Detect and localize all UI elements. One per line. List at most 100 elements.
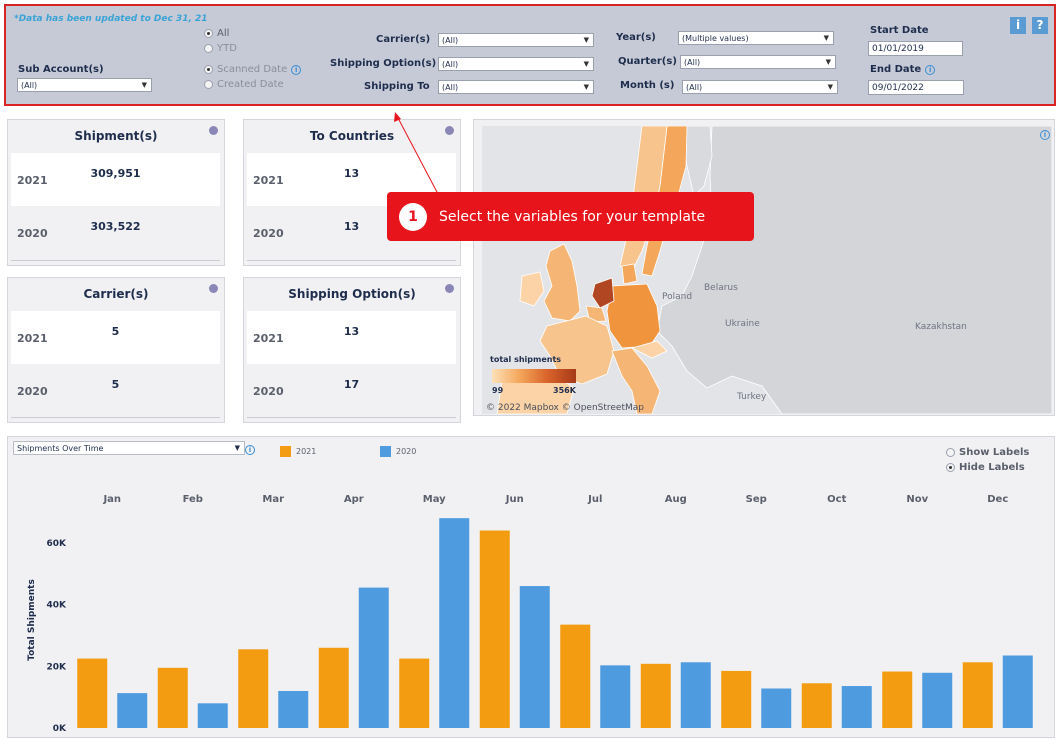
month-label: Oct — [827, 494, 846, 505]
help-button[interactable]: ? — [1032, 17, 1048, 34]
card-shipments: Shipment(s) 2021 309,951 2020 303,522 — [7, 119, 225, 266]
map-label-ukraine: Ukraine — [725, 319, 760, 329]
bar-2021-apr[interactable] — [318, 647, 349, 728]
bar-2020-dec[interactable] — [1002, 655, 1033, 728]
map-attribution[interactable]: © 2022 Mapbox © OpenStreetMap — [486, 403, 644, 413]
legend-min: 99 — [492, 386, 504, 395]
card-title: Shipment(s) — [74, 129, 158, 143]
month-label: Mar — [262, 494, 284, 505]
info-icon[interactable]: i — [925, 64, 936, 75]
region-denmark — [621, 263, 638, 285]
bar-2020-jan[interactable] — [117, 693, 148, 728]
end-date-input[interactable]: 09/01/2022 — [868, 80, 964, 95]
chevron-down-icon: ▼ — [825, 58, 831, 66]
dashboard: *Data has been updated to Dec 31, 21 Sub… — [0, 0, 1061, 744]
bar-chart: Jan Feb Mar Apr May Jun Jul Aug Sep Oct Nov Dec 0K 20… — [27, 494, 1033, 734]
period-option-all[interactable]: All — [204, 28, 229, 39]
month-label: Month (s) — [620, 80, 675, 91]
card-divider — [247, 260, 456, 261]
sub-account-label: Sub Account(s) — [18, 64, 104, 75]
shipments-map-panel: Poland Belarus Ukraine Kazakhstan Turkey… — [473, 119, 1055, 416]
europe-map[interactable]: Poland Belarus Ukraine Kazakhstan Turkey… — [482, 126, 1052, 414]
callout-text: Select the variables for your template — [439, 208, 706, 225]
shipments-chart-panel: Shipments Over Time ▼ i 2021 2020 Show La… — [7, 436, 1055, 738]
month-label: Jun — [505, 494, 524, 505]
bar-2020-jun[interactable] — [519, 586, 550, 728]
legend-gradient — [492, 369, 576, 383]
month-select[interactable]: (All) ▼ — [682, 80, 838, 94]
bar-2021-jul[interactable] — [560, 624, 591, 728]
bar-2021-dec[interactable] — [962, 662, 993, 728]
bar-2021-oct[interactable] — [801, 683, 832, 728]
info-button[interactable]: i — [1010, 17, 1026, 34]
bar-2021-sep[interactable] — [721, 670, 752, 728]
month-label: Apr — [344, 494, 364, 505]
card-menu-dot[interactable] — [209, 284, 218, 293]
region-east — [656, 126, 1052, 414]
month-label: Jan — [102, 494, 121, 505]
bar-2020-may[interactable] — [439, 518, 470, 728]
info-icon[interactable]: i — [291, 64, 302, 75]
card-shipping-options: Shipping Option(s) 2021 13 2020 17 — [243, 277, 461, 423]
bar-2020-oct[interactable] — [841, 686, 872, 728]
month-label: Sep — [746, 494, 767, 505]
bar-2021-nov[interactable] — [882, 671, 913, 728]
bar-2020-sep[interactable] — [761, 688, 792, 728]
bar-2020-aug[interactable] — [680, 662, 711, 728]
legend-max: 356K — [553, 386, 576, 395]
y-tick-label: 60K — [47, 539, 68, 549]
shipping-option-label: Shipping Option(s) — [330, 58, 437, 69]
card-divider — [11, 417, 220, 418]
radio-icon — [204, 44, 213, 53]
period-option-ytd[interactable]: YTD — [204, 43, 237, 54]
map-label-turkey: Turkey — [737, 392, 767, 402]
sub-account-select[interactable]: (All) ▼ — [17, 78, 152, 92]
end-date-label-group: End Date i — [870, 64, 936, 75]
map-label-belarus: Belarus — [704, 283, 738, 293]
radio-icon — [204, 80, 213, 89]
month-label: Feb — [183, 494, 203, 505]
info-icon[interactable]: i — [1040, 130, 1050, 140]
card-title: Carrier(s) — [83, 287, 149, 301]
y-axis-label: Total Shipments — [27, 579, 37, 661]
bar-2021-jun[interactable] — [479, 530, 510, 728]
carriers-select[interactable]: (All) ▼ — [438, 33, 594, 47]
date-type-scanned[interactable]: Scanned Date i — [204, 64, 302, 75]
card-menu-dot[interactable] — [445, 284, 454, 293]
step-number-badge: 1 — [399, 202, 427, 231]
y-tick-label: 0K — [53, 724, 67, 734]
bar-2021-mar[interactable] — [238, 649, 269, 728]
bar-2020-mar[interactable] — [278, 690, 309, 728]
bar-2020-jul[interactable] — [600, 665, 631, 728]
tutorial-callout: 1 Select the variables for your template — [387, 192, 754, 241]
y-tick-label: 40K — [47, 601, 68, 611]
bar-2020-nov[interactable] — [922, 672, 953, 728]
shipping-to-select[interactable]: (All) ▼ — [438, 80, 594, 94]
quarters-label: Quarter(s) — [618, 56, 677, 67]
bar-2021-feb[interactable] — [157, 667, 188, 728]
bar-2021-may[interactable] — [399, 658, 430, 728]
card-row: 2021 309,951 — [11, 153, 220, 206]
radio-selected-icon — [204, 65, 213, 74]
quarters-select[interactable]: (All) ▼ — [680, 55, 836, 69]
date-type-created[interactable]: Created Date — [204, 79, 284, 90]
start-date-label: Start Date — [870, 25, 929, 36]
bar-2020-feb[interactable] — [197, 703, 228, 728]
month-label: Nov — [906, 494, 928, 505]
bar-2020-apr[interactable] — [358, 587, 389, 728]
month-label: Dec — [987, 494, 1008, 505]
card-divider — [11, 260, 220, 261]
y-tick-label: 20K — [47, 662, 68, 672]
card-menu-dot[interactable] — [209, 126, 218, 135]
shipping-option-select[interactable]: (All) ▼ — [438, 57, 594, 71]
chevron-down-icon: ▼ — [583, 83, 589, 91]
radio-selected-icon — [204, 29, 213, 38]
bar-2021-jan[interactable] — [77, 658, 108, 728]
chevron-down-icon: ▼ — [827, 83, 833, 91]
bar-2021-aug[interactable] — [640, 663, 671, 728]
month-label: Aug — [665, 494, 687, 505]
start-date-input[interactable]: 01/01/2019 — [868, 41, 963, 56]
chevron-down-icon: ▼ — [823, 34, 829, 42]
card-row: 2021 5 — [11, 311, 220, 364]
years-select[interactable]: (Multiple values) ▼ — [678, 31, 834, 45]
